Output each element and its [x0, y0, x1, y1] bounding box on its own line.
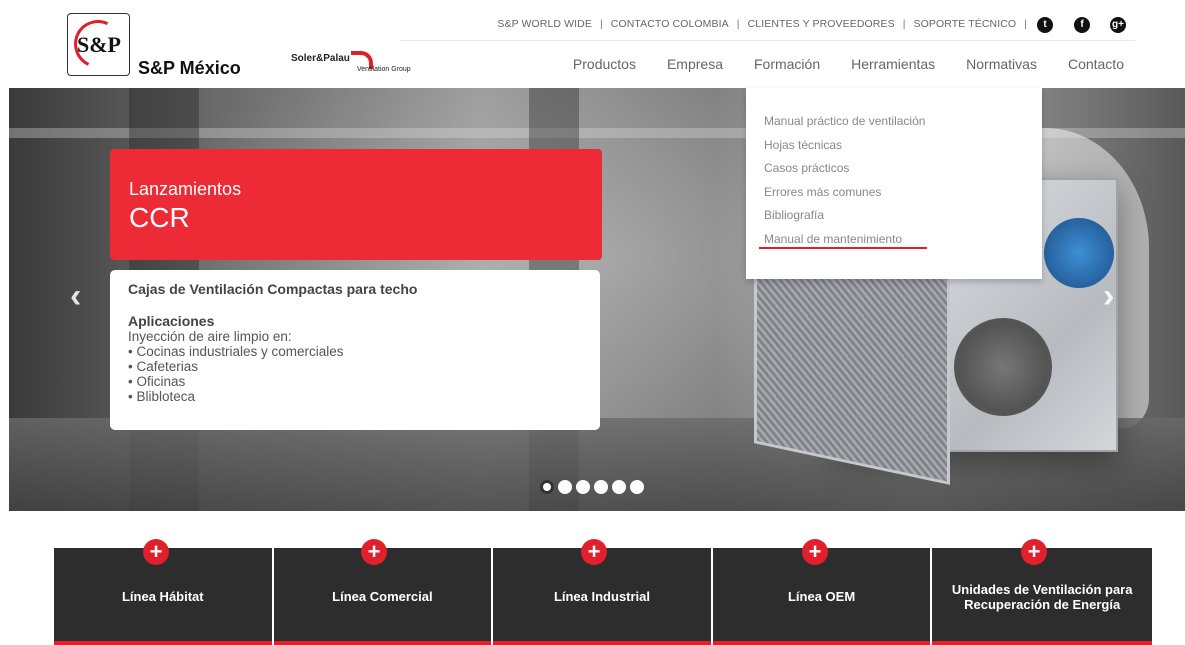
site-header: S&P S&P México Soler&Palau Ventilation G… — [0, 0, 1185, 88]
applications-list: • Cocinas industriales y comerciales • C… — [128, 344, 582, 404]
partner-logo-name: Soler&Palau — [291, 53, 350, 64]
sp-logo[interactable]: S&P — [67, 13, 130, 76]
dropdown-item-casos-practicos[interactable]: Casos prácticos — [764, 161, 1042, 185]
slider-next-button[interactable]: › — [1103, 277, 1123, 315]
slider-dot-6[interactable] — [630, 480, 644, 494]
list-item: • Oficinas — [128, 374, 186, 389]
slider-prev-button[interactable]: ‹ — [70, 277, 90, 315]
applications-intro: Inyección de aire limpio en: — [128, 329, 292, 344]
slider-dot-3[interactable] — [576, 480, 590, 494]
product-line-recuperacion-energia[interactable]: Unidades de Ventilación para Recuperació… — [932, 548, 1152, 645]
twitter-icon[interactable]: t — [1037, 17, 1053, 33]
dropdown-item-manual-practico[interactable]: Manual práctico de ventilación — [764, 114, 1042, 138]
product-line-label: Línea OEM — [787, 589, 856, 604]
nav-productos[interactable]: Productos — [573, 56, 636, 72]
slider-dot-1[interactable] — [540, 480, 554, 494]
header-divider — [400, 40, 1135, 41]
slider-dot-5[interactable] — [612, 480, 626, 494]
google-plus-icon[interactable]: g+ — [1110, 17, 1126, 33]
brand-name[interactable]: S&P México — [138, 58, 241, 79]
product-line-label: Línea Comercial — [332, 589, 433, 604]
nav-contacto[interactable]: Contacto — [1068, 56, 1124, 72]
hero-description-card: Cajas de Ventilación Compactas para tech… — [110, 270, 600, 430]
product-line-label: Línea Industrial — [553, 589, 651, 604]
tile-accent-bar — [273, 641, 492, 645]
toplink-contacto-colombia[interactable]: CONTACTO COLOMBIA — [611, 18, 729, 30]
plus-icon[interactable]: + — [802, 539, 828, 565]
plus-icon[interactable]: + — [1021, 539, 1047, 565]
dropdown-item-manual-mantenimiento[interactable]: Manual de mantenimiento — [764, 232, 1042, 256]
tile-accent-bar — [712, 641, 931, 645]
list-item: • Cocinas industriales y comerciales — [128, 344, 344, 359]
chevron-left-icon: ‹ — [70, 277, 82, 315]
product-line-industrial[interactable]: Línea Industrial — [493, 548, 711, 645]
hero-card-heading: Cajas de Ventilación Compactas para tech… — [128, 281, 418, 297]
chevron-right-icon: › — [1103, 277, 1115, 315]
plus-icon[interactable]: + — [581, 539, 607, 565]
nav-empresa[interactable]: Empresa — [667, 56, 723, 72]
dropdown-item-hojas-tecnicas[interactable]: Hojas técnicas — [764, 138, 1042, 162]
toplink-separator: | — [599, 18, 603, 30]
dropdown-item-bibliografia[interactable]: Bibliografía — [764, 208, 1042, 232]
product-line-label: Unidades de Ventilación para Recuperació… — [951, 581, 1133, 612]
toplink-separator: | — [902, 18, 906, 30]
product-lines: Línea Hábitat Línea Comercial Línea Indu… — [54, 548, 1152, 645]
toplink-world-wide[interactable]: S&P WORLD WIDE — [497, 18, 592, 30]
formacion-dropdown: Manual práctico de ventilación Hojas téc… — [746, 88, 1042, 279]
slider-dot-4[interactable] — [594, 480, 608, 494]
plus-icon[interactable]: + — [143, 539, 169, 565]
list-item: • Blibloteca — [128, 389, 196, 404]
logo-monogram: S&P — [77, 32, 121, 57]
tile-accent-bar — [932, 641, 1152, 645]
toplink-separator: | — [736, 18, 740, 30]
product-line-label: Línea Hábitat — [121, 589, 204, 604]
slider-pagination — [540, 480, 644, 494]
top-links: S&P WORLD WIDE | CONTACTO COLOMBIA | CLI… — [497, 14, 1035, 34]
hover-underline — [759, 247, 927, 249]
applications-title: Aplicaciones — [128, 313, 215, 329]
nav-herramientas[interactable]: Herramientas — [851, 56, 935, 72]
nav-formacion[interactable]: Formación — [754, 56, 820, 72]
toplink-clientes-proveedores[interactable]: CLIENTES Y PROVEEDORES — [748, 18, 895, 30]
list-item: • Cafeterias — [128, 359, 199, 374]
hero-kicker: Lanzamientos — [129, 179, 242, 199]
toplink-separator: | — [1024, 18, 1027, 30]
nav-normativas[interactable]: Normativas — [966, 56, 1037, 72]
dropdown-item-errores-comunes[interactable]: Errores más comunes — [764, 185, 1042, 209]
soler-palau-logo[interactable]: Soler&Palau Ventilation Group — [291, 51, 421, 77]
tile-accent-bar — [493, 641, 711, 645]
facebook-icon[interactable]: f — [1074, 17, 1090, 33]
plus-icon[interactable]: + — [361, 539, 387, 565]
unit-fan — [954, 318, 1052, 416]
partner-logo-tagline: Ventilation Group — [357, 66, 411, 73]
tile-accent-bar — [54, 641, 272, 645]
toplink-soporte-tecnico[interactable]: SOPORTE TÉCNICO — [914, 18, 1017, 30]
product-line-comercial[interactable]: Línea Comercial — [273, 548, 492, 645]
hero-title: CCR — [129, 202, 190, 233]
main-nav: Productos Empresa Formación Herramientas… — [542, 56, 1124, 72]
slider-dot-2[interactable] — [558, 480, 572, 494]
hero-title-card[interactable]: Lanzamientos CCR — [110, 149, 602, 260]
